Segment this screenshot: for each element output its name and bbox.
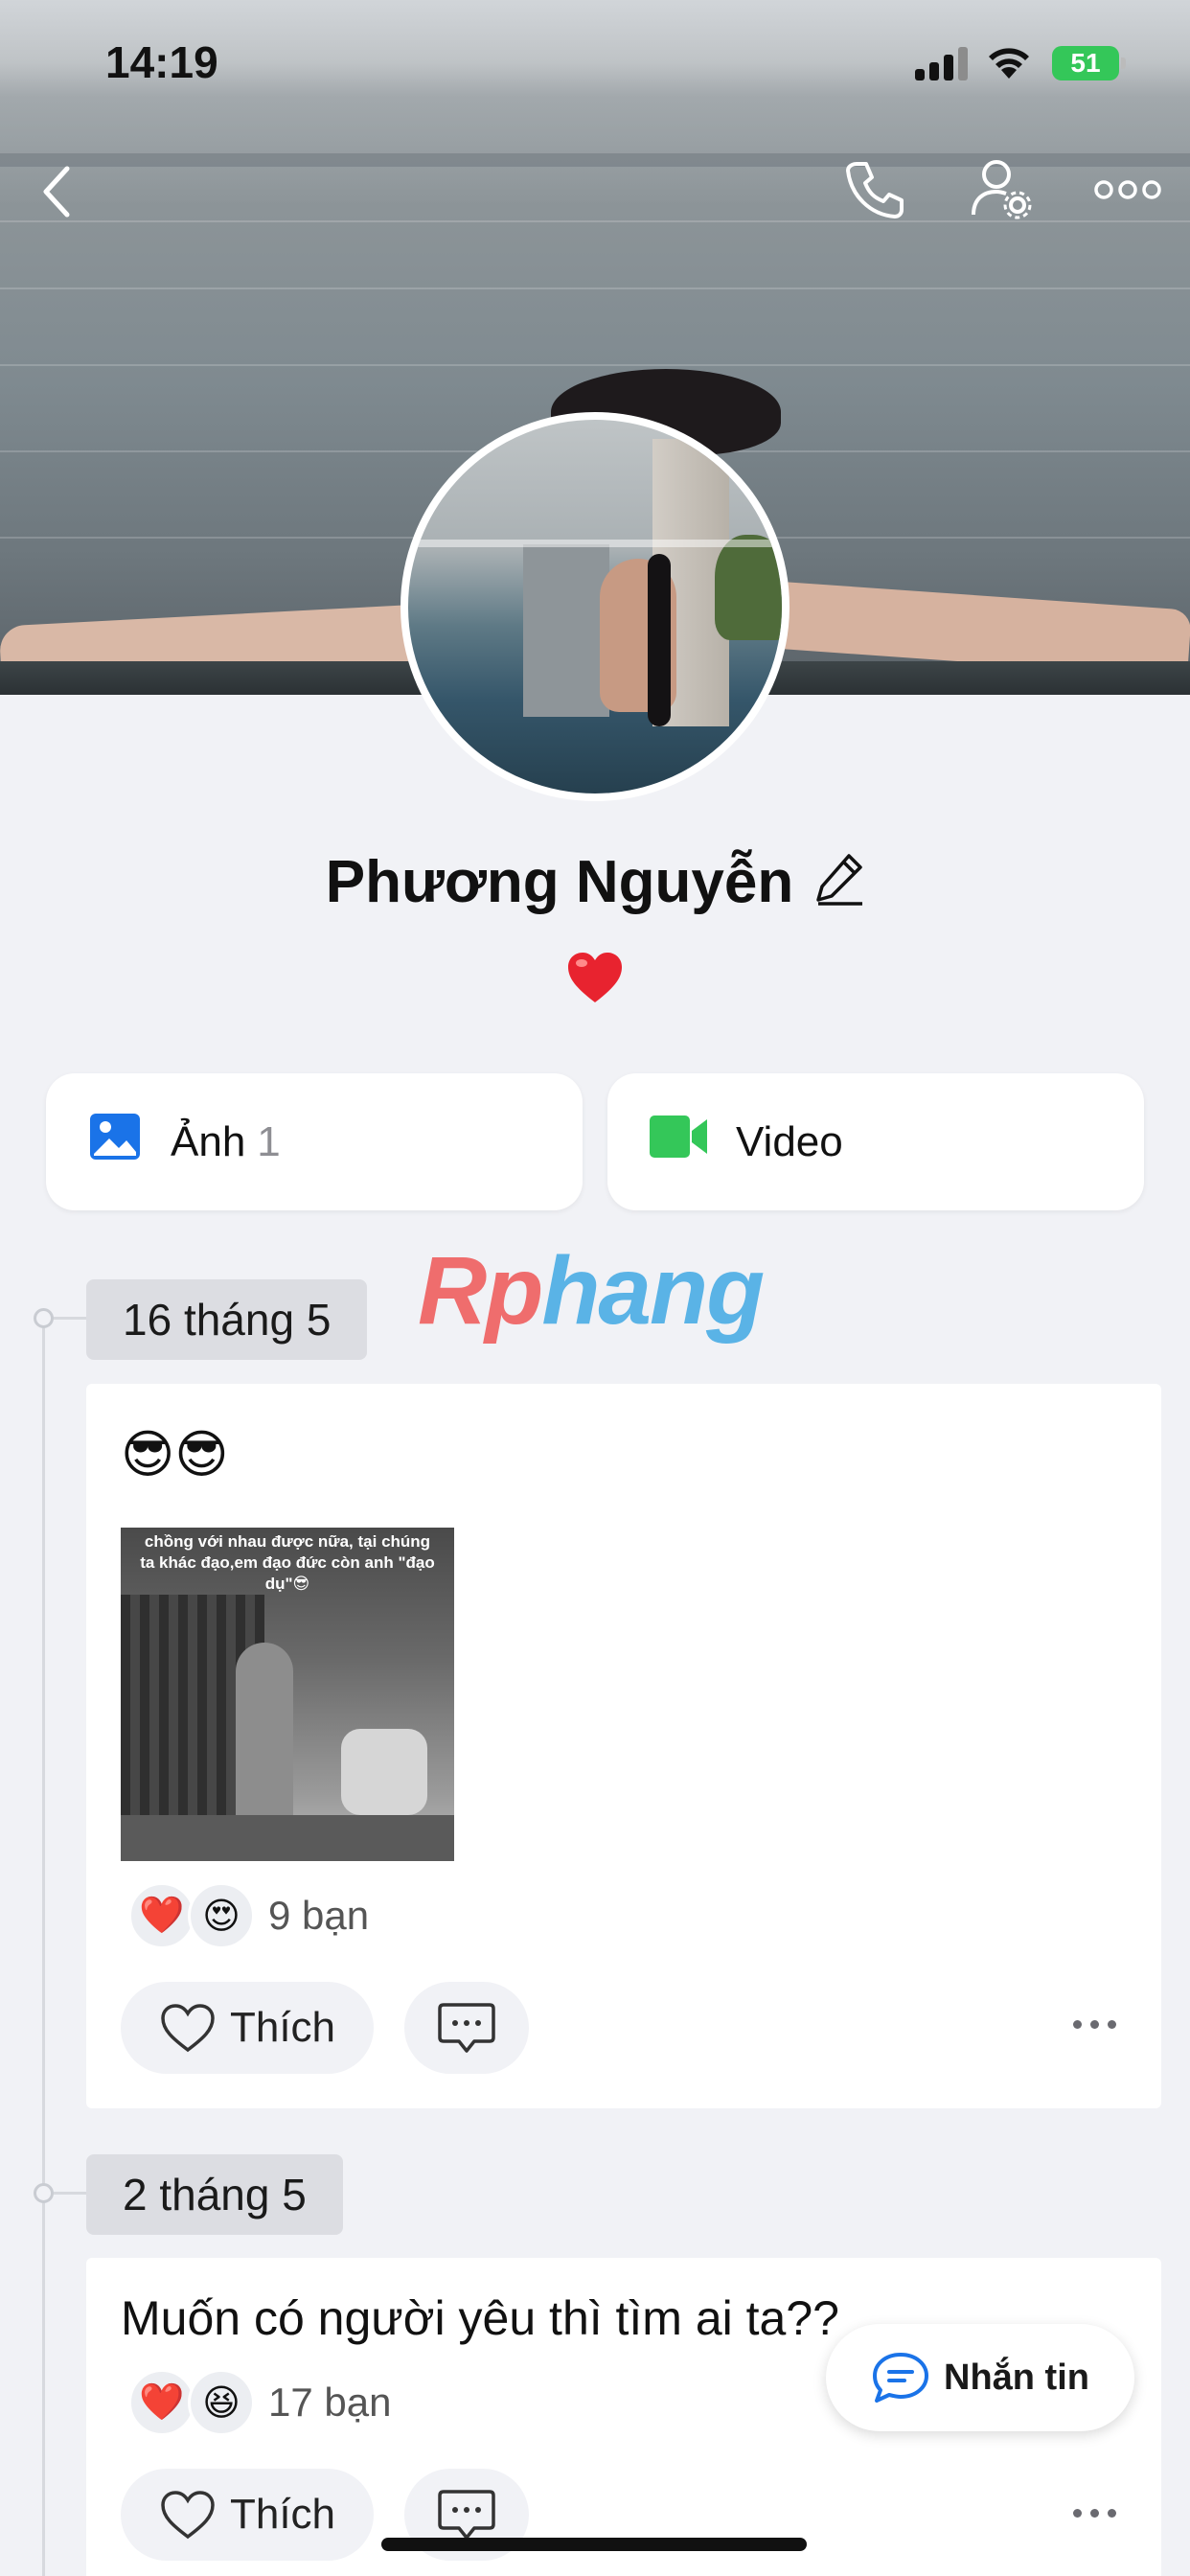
- image-chair: [341, 1729, 427, 1815]
- videos-label: Video: [736, 1117, 843, 1165]
- watermark-part1: Rp: [418, 1237, 543, 1345]
- comment-icon: [438, 2490, 495, 2540]
- wifi-icon: [985, 42, 1033, 80]
- reaction-count: 9 bạn: [268, 1893, 370, 1938]
- timeline-dot: [34, 1308, 54, 1328]
- reaction-heart: ❤️: [128, 1882, 195, 1949]
- post-more-icon[interactable]: [1073, 2509, 1116, 2518]
- reaction-heart: ❤️: [128, 2369, 195, 2436]
- post-more-icon[interactable]: [1073, 2020, 1116, 2029]
- cover-wave: [0, 288, 1190, 289]
- status-emoji: [0, 951, 1190, 1009]
- user-settings-icon[interactable]: [970, 155, 1033, 222]
- signal-icon: [915, 46, 969, 80]
- battery-level: 51: [1070, 48, 1101, 78]
- message-label: Nhắn tin: [944, 2357, 1089, 2398]
- phone-icon[interactable]: [843, 158, 906, 221]
- like-label: Thích: [229, 2491, 336, 2538]
- image-figure: [236, 1643, 293, 1834]
- cover-wave: [0, 364, 1190, 366]
- avatar[interactable]: [400, 412, 790, 801]
- reaction-summary[interactable]: ❤️ 😍 9 bạn: [128, 1882, 369, 1949]
- avatar-railing: [408, 540, 782, 547]
- profile-name: Phương Nguyễn: [325, 849, 794, 915]
- reaction-heart-eyes: 😍: [188, 1882, 255, 1949]
- heart-outline-icon: [161, 2004, 215, 2053]
- avatar-trees: [715, 535, 782, 640]
- like-button[interactable]: Thích: [121, 2469, 374, 2561]
- watermark-logo: Rphang: [418, 1236, 765, 1346]
- video-icon: [650, 1114, 707, 1170]
- like-button[interactable]: Thích: [121, 1982, 374, 2074]
- post-text: 😎😎: [121, 1426, 229, 1484]
- message-button[interactable]: Nhắn tin: [826, 2324, 1134, 2431]
- like-label: Thích: [229, 2004, 336, 2051]
- photos-label: Ảnh: [171, 1117, 246, 1165]
- avatar-building: [523, 544, 609, 717]
- post-date: 2 tháng 5: [86, 2154, 343, 2235]
- chat-bubble-icon: [873, 2353, 928, 2403]
- more-icon[interactable]: [1094, 178, 1161, 201]
- back-icon[interactable]: [38, 163, 77, 220]
- status-time: 14:19: [105, 37, 218, 87]
- timeline-stub: [54, 2192, 86, 2195]
- profile-name-row: Phương Nguyễn: [0, 848, 1190, 920]
- heart-icon: [568, 953, 622, 1002]
- post-image[interactable]: chồng với nhau được nữa, tại chúng ta kh…: [121, 1528, 454, 1861]
- photo-icon: [88, 1110, 142, 1174]
- post-text: Muốn có người yêu thì tìm ai ta??: [121, 2291, 839, 2345]
- photos-card[interactable]: Ảnh 1: [46, 1073, 583, 1210]
- home-indicator[interactable]: [381, 2538, 807, 2551]
- timeline-stub: [54, 1317, 86, 1320]
- image-caption: chồng với nhau được nữa, tại chúng ta kh…: [140, 1532, 435, 1593]
- photos-count: 1: [257, 1117, 281, 1165]
- watermark-part2: hang: [541, 1237, 765, 1345]
- heart-outline-icon: [161, 2491, 215, 2540]
- reaction-count: 17 bạn: [268, 2380, 392, 2425]
- post-date: 16 tháng 5: [86, 1279, 368, 1360]
- comment-button[interactable]: [404, 1982, 529, 2074]
- videos-card[interactable]: Video: [607, 1073, 1144, 1210]
- post-card: 😎😎 chồng với nhau được nữa, tại chúng ta…: [86, 1384, 1161, 2108]
- comment-icon: [438, 2003, 495, 2053]
- edit-name-icon[interactable]: [814, 852, 864, 920]
- battery-icon: 51: [1052, 46, 1126, 80]
- image-floor: [121, 1815, 454, 1861]
- timeline-dot: [34, 2183, 54, 2203]
- avatar-person-hair: [648, 554, 671, 726]
- timeline-line: [42, 1318, 45, 2576]
- reaction-laugh: 😆: [188, 2369, 255, 2436]
- reaction-summary[interactable]: ❤️ 😆 17 bạn: [128, 2369, 391, 2436]
